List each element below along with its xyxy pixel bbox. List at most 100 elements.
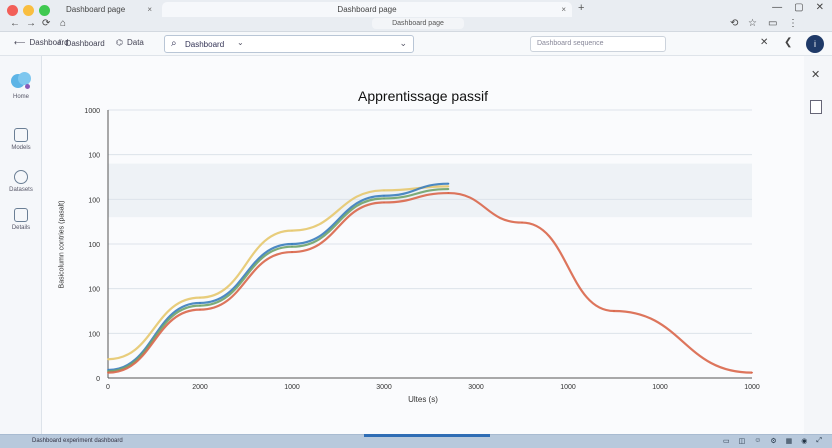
chart-icon[interactable]: ◫ [739,437,746,445]
close-icon[interactable]: ✕ [760,37,768,48]
search-icon: ⌕ [171,38,177,49]
nav-row: ← → ⟳ ⌂ Dashboard page ⟲ ☆ ▭ ⋮ [0,17,832,33]
y-tick-label: 100 [88,287,100,294]
new-tab-icon[interactable]: + [578,2,584,14]
toolbar-item-3[interactable]: ⌬ Data [116,38,144,47]
y-tick-label: 1000 [84,108,100,115]
data-point [447,185,450,188]
close-icon[interactable]: × [147,2,152,17]
data-point [751,371,753,374]
forward-arrow-icon[interactable]: → [26,18,36,29]
y-tick-label: 100 [88,242,100,249]
data-point [291,251,293,253]
data-point [291,243,293,245]
y-tick-label: 0 [96,376,100,383]
y-tick-label: 100 [88,153,100,160]
window-titlebar: Dashboard page × Dashboard page × + — ▢ … [0,0,832,32]
extension-icon[interactable]: ▭ [768,18,777,29]
sidebar: Home Models Datasets Details [0,56,42,434]
data-point [107,371,109,374]
series-line-4 [107,191,753,374]
x-tick-label: 1000 [560,384,576,391]
y-tick-label: 100 [88,331,100,338]
back-icon: ⟵ [14,38,26,47]
address-bar[interactable]: Dashboard page [372,18,464,29]
filter-input[interactable]: Dashboard sequence [530,36,666,52]
data-point [199,302,201,304]
back-arrow-icon[interactable]: ← [10,18,20,29]
sidebar-item-label: Home [12,94,29,100]
tab-1-label: Dashboard page [66,5,126,14]
menu-icon[interactable]: ⋮ [788,18,798,29]
close-panel-icon[interactable]: ✕ [811,68,820,81]
file-icon [14,208,28,222]
chevron-down-icon[interactable]: ⌄ [399,38,407,49]
data-icon: ⌬ [116,38,123,47]
minimize-icon[interactable]: — [772,2,782,13]
y-axis-label: Basicolumn contries (pasalt) [58,200,66,289]
lock-icon[interactable]: ⟲ [730,18,738,29]
x-tick-label: 3000 [376,384,392,391]
close-window-button[interactable] [7,5,18,16]
tab-2-label: Dashboard page [337,5,397,14]
restore-icon[interactable]: ▢ [794,2,803,13]
right-rail: ✕ [804,56,832,434]
avatar[interactable]: i [806,35,824,53]
x-tick-label: 0 [106,384,110,391]
x-tick-label: 3000 [468,384,484,391]
line-chart: 0 100 100 100 100 100 1000 0 2000 1000 3000 3000 100… [84,108,759,391]
grid-icon[interactable]: ▦ [786,437,793,445]
window-icon[interactable]: ▭ [723,437,730,445]
x-tick-label: 1000 [652,384,668,391]
sidebar-item-label: Details [11,225,31,231]
data-point [199,308,201,311]
data-point [199,304,201,307]
document-icon[interactable] [810,100,822,114]
maximize-window-button[interactable] [39,5,50,16]
data-point [447,192,450,194]
x-tick-label: 1000 [284,384,300,391]
sidebar-item-label: Models [11,145,31,151]
chart-ticks: 0 100 100 100 100 100 1000 0 2000 1000 3000 3000 100… [84,108,759,391]
toolbar-item-2[interactable]: ⫽ Dashboard [58,38,105,48]
sidebar-item-models[interactable]: Models [0,128,42,151]
expand-icon[interactable]: ⤢ [816,437,822,445]
y-tick-label: 100 [88,197,100,204]
chevron-down-icon[interactable]: ⌄ [237,38,244,47]
refresh-icon[interactable]: ⟳ [42,18,50,29]
home-icon[interactable]: ⌂ [60,18,66,29]
progress-indicator [364,434,490,437]
tab-2[interactable]: Dashboard page × [162,2,572,17]
window-controls [7,5,50,16]
x-axis-label: Ultes (s) [408,395,438,404]
status-text: Dashboard experiment dashboard [32,438,123,444]
sidebar-item-details[interactable]: Details [0,208,42,231]
data-point [613,310,615,312]
search-input[interactable]: ⌕ Dashboard ⌄ ⌄ [164,35,414,53]
chevron-left-icon[interactable]: ❮ [784,37,792,48]
bookmark-icon[interactable]: ☆ [748,18,757,29]
chart-icon: ⫽ [58,38,62,47]
data-point [199,296,201,299]
data-point [383,197,385,200]
minimize-window-button[interactable] [23,5,34,16]
tab-1[interactable]: Dashboard page × [58,2,158,17]
sidebar-item-datasets[interactable]: Datasets [0,170,42,193]
data-point [291,245,293,248]
close-icon[interactable]: × [561,2,566,17]
settings-icon [14,170,28,184]
data-point [521,221,523,224]
status-bar: Dashboard experiment dashboard ▭ ◫ ☺ ⚙ ▦… [0,434,832,448]
data-point [383,189,385,192]
data-point [107,358,109,361]
app-toolbar: ⟵ Dashboard ⫽ Dashboard ⌬ Data ⌕ Dashboa… [0,32,832,56]
status-icons: ▭ ◫ ☺ ⚙ ▦ ◉ ⤢ [723,437,822,445]
settings-icon[interactable]: ⚙ [770,437,776,445]
user-icon[interactable]: ☺ [754,437,761,445]
camera-icon[interactable]: ◉ [801,437,807,445]
close-icon[interactable]: ✕ [816,2,824,13]
app-logo-icon [11,72,31,90]
main-panel: Apprentissage passif 0 100 100 100 100 100 100… [42,56,804,434]
sidebar-item-home[interactable]: Home [0,72,42,100]
chart-grid [108,109,752,334]
